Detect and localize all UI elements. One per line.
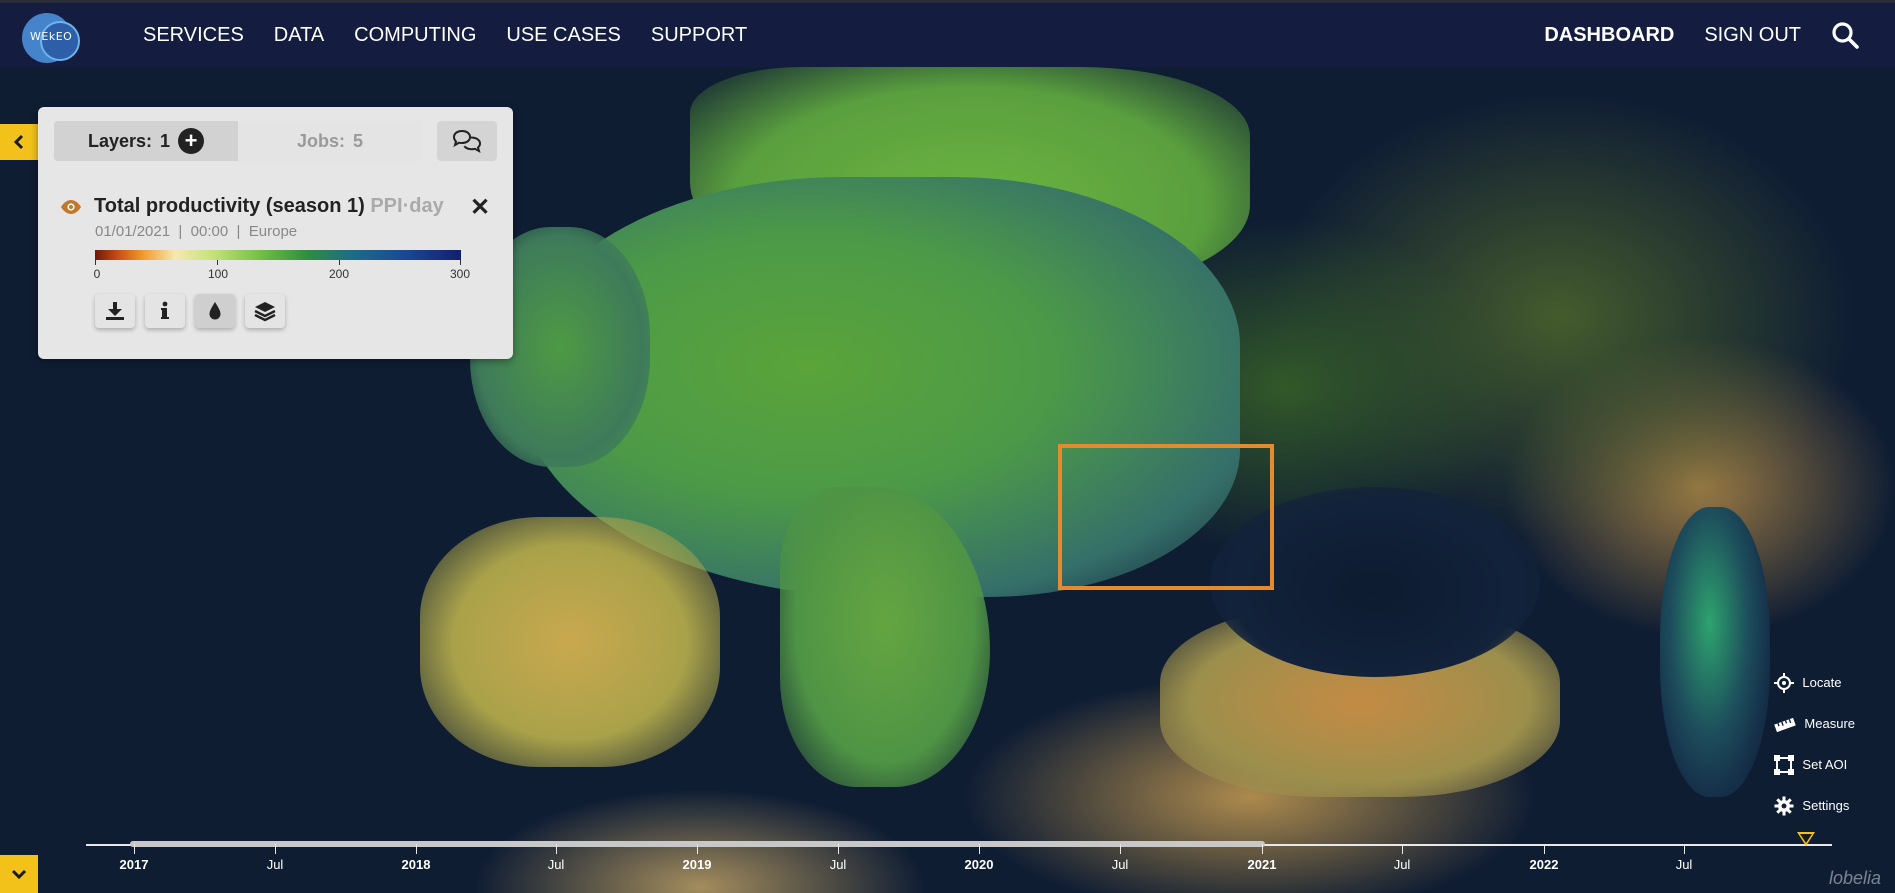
timeline-label-month: Jul xyxy=(829,857,847,872)
wekeo-logo[interactable]: WEkEO xyxy=(22,11,90,65)
logo-text: WEkEO xyxy=(30,30,73,43)
nav-dashboard[interactable]: DASHBOARD xyxy=(1544,24,1674,47)
layer-time: 00:00 xyxy=(190,223,229,240)
colorbar-legend xyxy=(95,250,461,260)
colorbar-tick xyxy=(339,260,340,265)
tab-jobs[interactable]: Jobs: 5 xyxy=(238,121,422,161)
measure-label: Measure xyxy=(1804,716,1855,731)
nav-use-cases[interactable]: USE CASES xyxy=(506,24,620,47)
locate-label: Locate xyxy=(1802,675,1842,690)
timeline-tick xyxy=(275,844,276,854)
set-aoi-button[interactable]: Set AOI xyxy=(1774,744,1855,785)
colorbar-tick xyxy=(217,260,218,265)
timeline-tick xyxy=(1544,844,1545,854)
layer-region: Europe xyxy=(248,223,298,240)
layer-unit: PPI·day xyxy=(370,195,444,217)
tab-layers-label: Layers: xyxy=(87,130,153,151)
chevron-down-icon xyxy=(11,869,27,880)
timeline-label-month: Jul xyxy=(266,857,284,872)
timeline-label-month: Jul xyxy=(1111,857,1129,872)
aoi-select-icon xyxy=(1774,754,1795,775)
timeline-tick xyxy=(1684,844,1685,854)
settings-button[interactable]: Settings xyxy=(1774,785,1855,826)
timeline-label-month: Jul xyxy=(1675,857,1693,872)
measure-button[interactable]: Measure xyxy=(1774,703,1855,744)
timeline-tick xyxy=(1120,844,1121,854)
colorbar-tick-label: 0 xyxy=(93,267,101,281)
jobs-count: 5 xyxy=(353,130,364,151)
locate-button[interactable]: Locate xyxy=(1774,662,1855,703)
download-button[interactable] xyxy=(95,294,135,328)
add-layer-icon[interactable]: + xyxy=(178,128,205,154)
top-navbar: WEkEO SERVICES DATA COMPUTING USE CASES … xyxy=(0,0,1895,67)
timeline-tick xyxy=(1402,844,1403,854)
timeline-tick xyxy=(1262,844,1263,854)
set-aoi-label: Set AOI xyxy=(1802,757,1848,772)
collapse-panel-button[interactable] xyxy=(0,124,38,160)
colorbar-tick xyxy=(95,260,96,265)
timeline-label-year: 2021 xyxy=(1247,857,1277,872)
tab-jobs-label: Jobs: xyxy=(296,130,345,151)
timeline-tick xyxy=(979,844,980,854)
layers-count: 1 xyxy=(160,130,171,151)
timeline-tick xyxy=(838,844,839,854)
timeline-label-year: 2018 xyxy=(401,857,431,872)
nav-services[interactable]: SERVICES xyxy=(143,24,244,47)
colorbar-tick-label: 100 xyxy=(207,267,229,281)
timeline-label-year: 2017 xyxy=(119,857,149,872)
timeline-label-year: 2019 xyxy=(682,857,712,872)
colorbar-tick-label: 300 xyxy=(449,267,471,281)
chat-bubbles-icon xyxy=(452,129,482,153)
nav-data[interactable]: DATA xyxy=(274,24,324,47)
user-nav: DASHBOARD SIGN OUT xyxy=(1544,3,1859,67)
area-of-interest-box[interactable] xyxy=(1058,444,1274,590)
timeline-tick xyxy=(134,844,135,854)
info-icon xyxy=(161,301,169,319)
map-caspian-sea xyxy=(1660,507,1770,797)
info-button[interactable] xyxy=(145,294,185,328)
timeline-tick xyxy=(416,844,417,854)
colorbar-tick-label: 200 xyxy=(328,267,350,281)
timeline-tick xyxy=(556,844,557,854)
map-attribution-watermark: lobelia xyxy=(1828,868,1881,888)
layer-tools xyxy=(95,294,285,328)
timeline-label-year: 2020 xyxy=(964,857,994,872)
search-icon[interactable] xyxy=(1831,21,1859,49)
collapse-timeline-button[interactable] xyxy=(0,855,38,893)
tab-layers[interactable]: Layers: 1 + xyxy=(54,121,238,161)
remove-layer-icon[interactable]: ✕ xyxy=(470,193,490,222)
eye-icon[interactable] xyxy=(60,199,82,220)
drop-icon xyxy=(209,302,221,320)
layer-metadata: 01/01/2021 | 00:00 | Europe xyxy=(95,223,298,240)
layer-name: Total productivity (season 1) xyxy=(94,195,365,217)
map-tools: Locate Measure Set AOI Settings xyxy=(1774,662,1855,826)
style-button[interactable] xyxy=(195,294,235,328)
crosshair-icon xyxy=(1774,672,1795,693)
download-icon xyxy=(106,302,124,320)
chevron-left-icon xyxy=(13,134,24,150)
nav-support[interactable]: SUPPORT xyxy=(651,24,747,47)
panel-tabs: Layers: 1 + Jobs: 5 xyxy=(54,121,422,161)
layer-title: Total productivity (season 1) PPI·day xyxy=(94,195,444,218)
layer-date: 01/01/2021 xyxy=(95,223,171,240)
timeline-label-year: 2022 xyxy=(1529,857,1559,872)
nav-sign-out[interactable]: SIGN OUT xyxy=(1704,24,1801,47)
gear-icon xyxy=(1774,796,1794,815)
layers-panel: Layers: 1 + Jobs: 5 Total productivity (… xyxy=(38,107,513,359)
layers-icon xyxy=(254,302,276,322)
colorbar-tick xyxy=(460,260,461,265)
ruler-icon xyxy=(1774,717,1797,732)
timeline-label-month: Jul xyxy=(547,857,565,872)
map-region-iberia xyxy=(420,517,720,767)
settings-label: Settings xyxy=(1802,798,1850,813)
main-nav: SERVICES DATA COMPUTING USE CASES SUPPOR… xyxy=(143,3,747,67)
timeline-label-month: Jul xyxy=(1393,857,1411,872)
timeline-cursor-inner xyxy=(1800,834,1812,843)
chat-button[interactable] xyxy=(437,121,497,161)
timeline-tick xyxy=(697,844,698,854)
nav-computing[interactable]: COMPUTING xyxy=(354,24,476,47)
layer-stack-button[interactable] xyxy=(245,294,285,328)
